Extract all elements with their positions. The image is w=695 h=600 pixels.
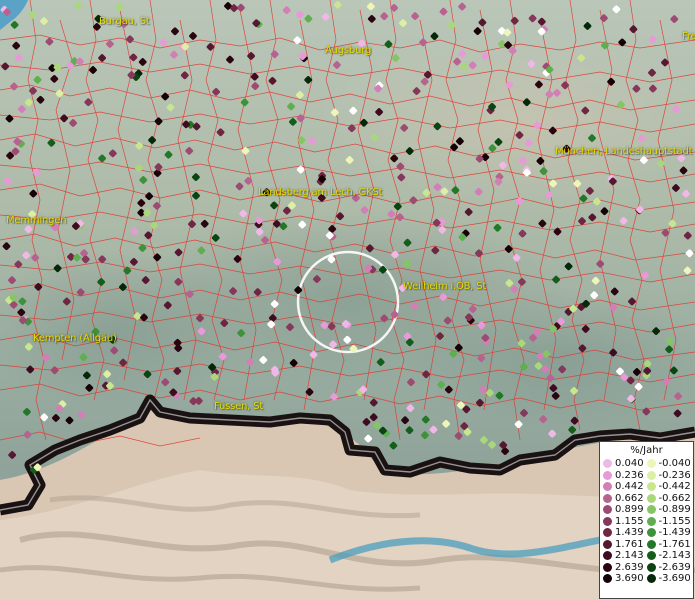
legend-row: 0.442 -0.442 (600, 481, 693, 493)
legend-value: -3.690 (658, 573, 691, 584)
legend-swatch (646, 551, 656, 561)
legend-swatch (646, 528, 656, 538)
city-label-weilheim: Weilheim i.OB, St (403, 281, 487, 292)
legend-negative: -0.236 (646, 469, 693, 482)
legend-positive: 1.155 (600, 516, 647, 528)
city-label-fuessen: Füssen, St (214, 401, 264, 412)
city-label-fre: Fre (682, 31, 695, 42)
legend-row: 0.899 -0.899 (600, 504, 693, 516)
city-label-memmingen: Memmingen (6, 215, 67, 226)
legend-negative: -0.442 (646, 481, 693, 493)
legend-swatch (603, 505, 612, 515)
legend-swatch (603, 493, 612, 503)
legend-swatch (646, 574, 656, 584)
legend-negative: -0.040 (646, 458, 693, 470)
legend-title: %/Jahr (630, 445, 663, 456)
legend-value: 2.639 (615, 561, 644, 573)
legend-negative: -1.761 (646, 538, 693, 551)
city-label-augsburg: Augsburg (325, 45, 372, 56)
legend-rows: 0.040 -0.040 0.236 -0.236 0.442 -0.442 0.662 -0… (600, 458, 693, 585)
legend-row: 2.639 -2.639 (600, 562, 693, 574)
legend-positive: 0.040 (600, 458, 647, 470)
legend-value: 0.662 (615, 492, 644, 504)
legend-value: -0.236 (658, 469, 691, 481)
legend-value: -0.442 (658, 481, 691, 492)
map-canvas[interactable] (0, 0, 695, 600)
legend-swatch (603, 539, 612, 549)
legend-row: 1.439 -1.439 (600, 527, 693, 539)
legend-value: -2.143 (658, 550, 691, 561)
legend-value: 2.143 (615, 550, 644, 561)
legend-swatch (603, 551, 612, 561)
legend-negative: -3.690 (646, 573, 693, 585)
legend-swatch (603, 470, 612, 480)
legend-swatch (603, 459, 612, 469)
legend-swatch (646, 459, 656, 469)
legend-value: 3.690 (615, 573, 644, 584)
legend-value: 1.439 (615, 527, 644, 538)
city-label-burgau: Burgau, St (99, 16, 150, 27)
legend-positive: 0.236 (600, 470, 647, 482)
legend-value: -1.761 (658, 538, 691, 550)
legend-value: 0.442 (615, 481, 644, 492)
legend-swatch (603, 516, 612, 526)
city-label-kempten: Kempten (Allgäu) (33, 333, 117, 344)
legend-positive: 1.761 (600, 539, 647, 551)
legend-row: 1.761 -1.761 (600, 539, 693, 551)
legend-value: -1.155 (658, 515, 691, 527)
legend-value: 0.040 (615, 458, 644, 469)
legend-value: 0.236 (615, 469, 644, 481)
legend-positive: 0.662 (600, 493, 647, 505)
legend-negative: -1.439 (646, 527, 693, 539)
legend-negative: -0.899 (646, 504, 693, 516)
legend-swatch (603, 574, 612, 584)
legend-negative: -2.639 (646, 561, 693, 574)
legend-swatch (646, 562, 656, 572)
legend-value: -0.040 (658, 458, 691, 469)
legend-positive: 1.439 (600, 527, 647, 539)
legend-swatch (646, 539, 656, 549)
city-label-muenchen: München, Landeshauptstadt (555, 146, 693, 157)
legend-row: 2.143 -2.143 (600, 550, 693, 562)
legend-row: 3.690 -3.690 (600, 573, 693, 585)
legend-row: 0.662 -0.662 (600, 493, 693, 505)
legend-row: 0.236 -0.236 (600, 470, 693, 482)
legend-value: 1.155 (615, 515, 644, 527)
legend-positive: 2.639 (600, 562, 647, 574)
legend-swatch (603, 562, 612, 572)
legend-value: -2.639 (658, 561, 691, 573)
legend-swatch (646, 493, 656, 503)
legend: %/Jahr 0.040 -0.040 0.236 -0.236 0.442 -0.442… (599, 441, 694, 599)
legend-row: 0.040 -0.040 (600, 458, 693, 470)
legend-swatch (603, 482, 612, 492)
legend-value: -0.899 (658, 504, 691, 515)
legend-swatch (646, 470, 656, 480)
legend-swatch (646, 505, 656, 515)
legend-value: -0.662 (658, 492, 691, 504)
legend-positive: 0.899 (600, 504, 647, 516)
legend-negative: -0.662 (646, 492, 693, 505)
legend-value: 1.761 (615, 538, 644, 550)
legend-row: 1.155 -1.155 (600, 516, 693, 528)
legend-negative: -2.143 (646, 550, 693, 562)
legend-swatch (603, 528, 612, 538)
legend-swatch (646, 482, 656, 492)
legend-value: -1.439 (658, 527, 691, 538)
legend-swatch (646, 516, 656, 526)
legend-negative: -1.155 (646, 515, 693, 528)
legend-positive: 2.143 (600, 550, 647, 562)
legend-value: 0.899 (615, 504, 644, 515)
legend-positive: 0.442 (600, 481, 647, 493)
legend-positive: 3.690 (600, 573, 647, 585)
city-label-landsberg: Landsberg am Lech, GKSt (258, 187, 383, 198)
